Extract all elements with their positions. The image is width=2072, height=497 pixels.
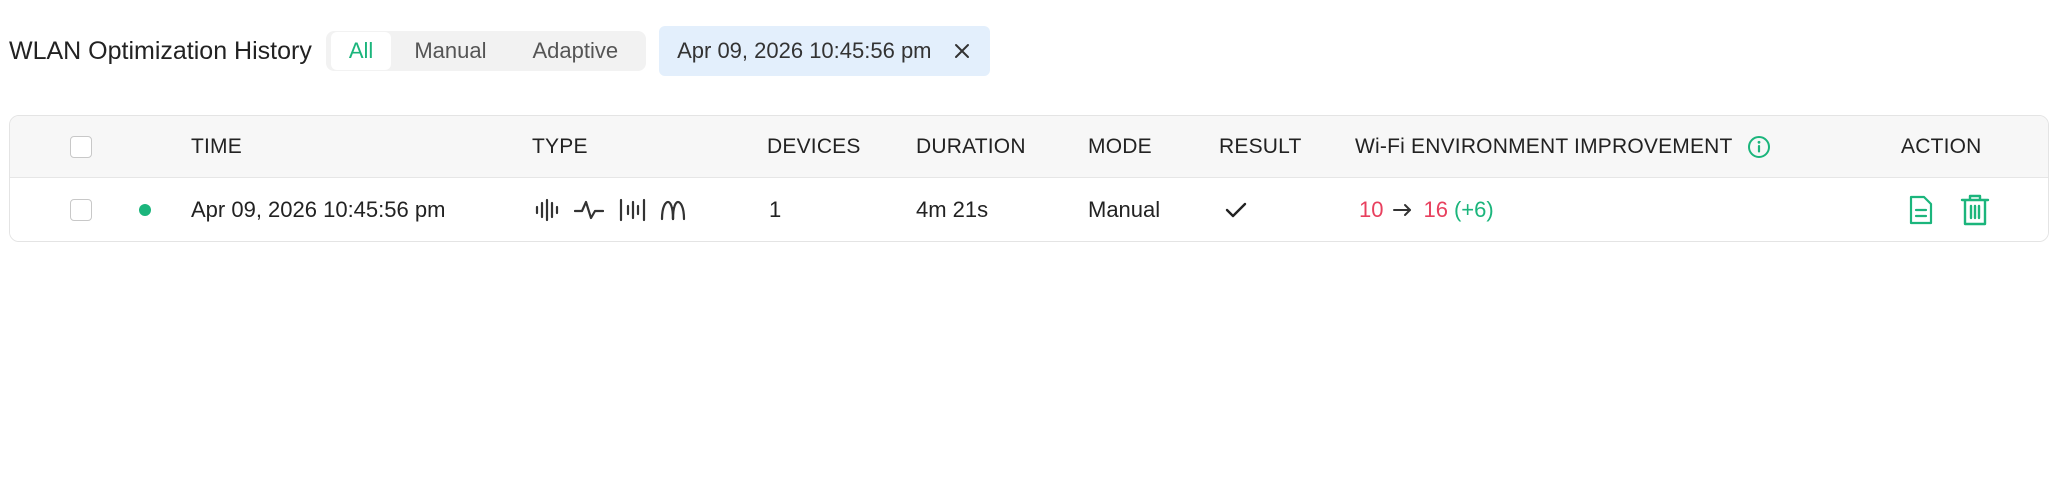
column-header-type: TYPE bbox=[532, 134, 588, 158]
column-header-result: RESULT bbox=[1219, 134, 1302, 158]
improvement-before: 10 bbox=[1359, 197, 1384, 222]
status-dot-icon bbox=[139, 204, 151, 216]
row-mode: Manual bbox=[1088, 197, 1161, 222]
row-checkbox[interactable] bbox=[70, 199, 92, 221]
table-header: TIME TYPE DEVICES DURATION MODE RESULT W… bbox=[10, 116, 2048, 178]
date-filter-label: Apr 09, 2026 10:45:56 pm bbox=[677, 38, 932, 63]
select-all-checkbox[interactable] bbox=[70, 135, 92, 158]
check-icon bbox=[1225, 201, 1247, 219]
row-result bbox=[1225, 178, 1247, 241]
improvement-delta: (+6) bbox=[1453, 197, 1494, 222]
table-row[interactable]: Apr 09, 2026 10:45:56 pm 1 4m 21s Manual… bbox=[10, 178, 2048, 241]
channel-bars-icon bbox=[618, 198, 646, 222]
date-filter-chip[interactable]: Apr 09, 2026 10:45:56 pm bbox=[659, 26, 990, 76]
row-duration: 4m 21s bbox=[916, 197, 989, 222]
column-header-duration[interactable]: DURATION bbox=[916, 116, 1026, 177]
column-header-devices[interactable]: DEVICES bbox=[767, 116, 861, 177]
filter-manual[interactable]: Manual bbox=[391, 31, 509, 71]
arrow-right-icon bbox=[1393, 203, 1413, 217]
row-improvement: 10 16 (+6) bbox=[1359, 178, 1494, 241]
select-all-cell bbox=[70, 116, 92, 177]
page-title: WLAN Optimization History bbox=[9, 36, 312, 65]
optimization-history-table: TIME TYPE DEVICES DURATION MODE RESULT W… bbox=[9, 115, 2049, 242]
row-devices: 1 bbox=[769, 197, 782, 222]
mode-filter: All Manual Adaptive bbox=[325, 31, 647, 71]
column-header-action: ACTION bbox=[1901, 134, 1982, 158]
view-report-icon[interactable] bbox=[1908, 195, 1934, 225]
channel-width-icon bbox=[534, 198, 560, 222]
column-header-time[interactable]: TIME bbox=[191, 116, 242, 177]
delete-icon[interactable] bbox=[1960, 194, 1990, 226]
history-toolbar: WLAN Optimization History All Manual Ada… bbox=[9, 26, 990, 76]
improvement-after: 16 bbox=[1423, 197, 1448, 222]
row-time: Apr 09, 2026 10:45:56 pm bbox=[191, 197, 446, 222]
column-header-improvement: Wi-Fi ENVIRONMENT IMPROVEMENT bbox=[1355, 116, 1771, 177]
column-header-mode: MODE bbox=[1088, 134, 1152, 158]
column-header-improvement-label: Wi-Fi ENVIRONMENT IMPROVEMENT bbox=[1355, 134, 1733, 158]
filter-all[interactable]: All bbox=[330, 32, 392, 70]
waveform-icon bbox=[574, 198, 604, 222]
filter-adaptive[interactable]: Adaptive bbox=[509, 31, 641, 71]
row-select-cell bbox=[70, 178, 92, 241]
row-actions bbox=[1908, 178, 1990, 241]
info-icon[interactable] bbox=[1747, 135, 1771, 159]
close-icon[interactable] bbox=[954, 43, 970, 59]
transmit-power-icon bbox=[660, 198, 686, 222]
row-type bbox=[534, 178, 686, 241]
status-cell bbox=[139, 178, 151, 241]
